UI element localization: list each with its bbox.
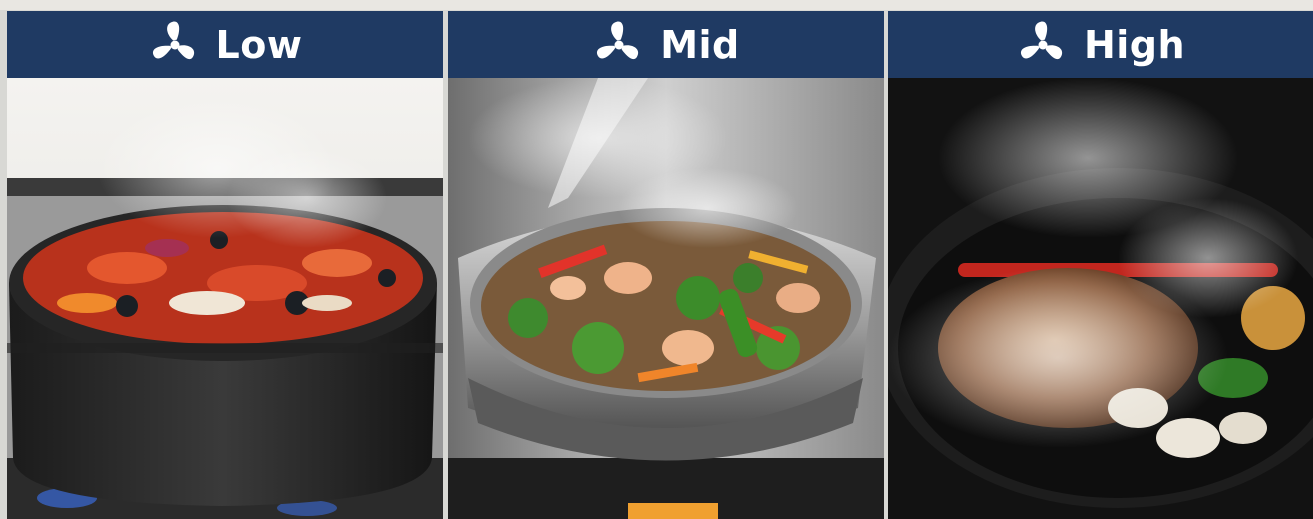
fan-icon [597,21,639,59]
panel-mid-label: Mid [660,22,740,67]
fan-icon [1020,21,1063,59]
comparison-banner: Low Mid High [0,0,1313,519]
panel-mid: Mid [448,0,884,519]
panel-low: Low [7,0,443,519]
fan-icon [152,21,194,59]
panel-low-label: Low [215,22,303,67]
panel-high-header: High [888,11,1313,78]
photo-searing-steak-skillet [888,78,1313,519]
photo-dutch-oven-stew [7,78,443,519]
panel-low-header: Low [7,11,443,78]
panel-mid-header: Mid [448,11,884,78]
panel-high: High [888,0,1313,519]
panel-high-label: High [1083,22,1186,67]
photo-stir-fry-wok [448,78,884,519]
